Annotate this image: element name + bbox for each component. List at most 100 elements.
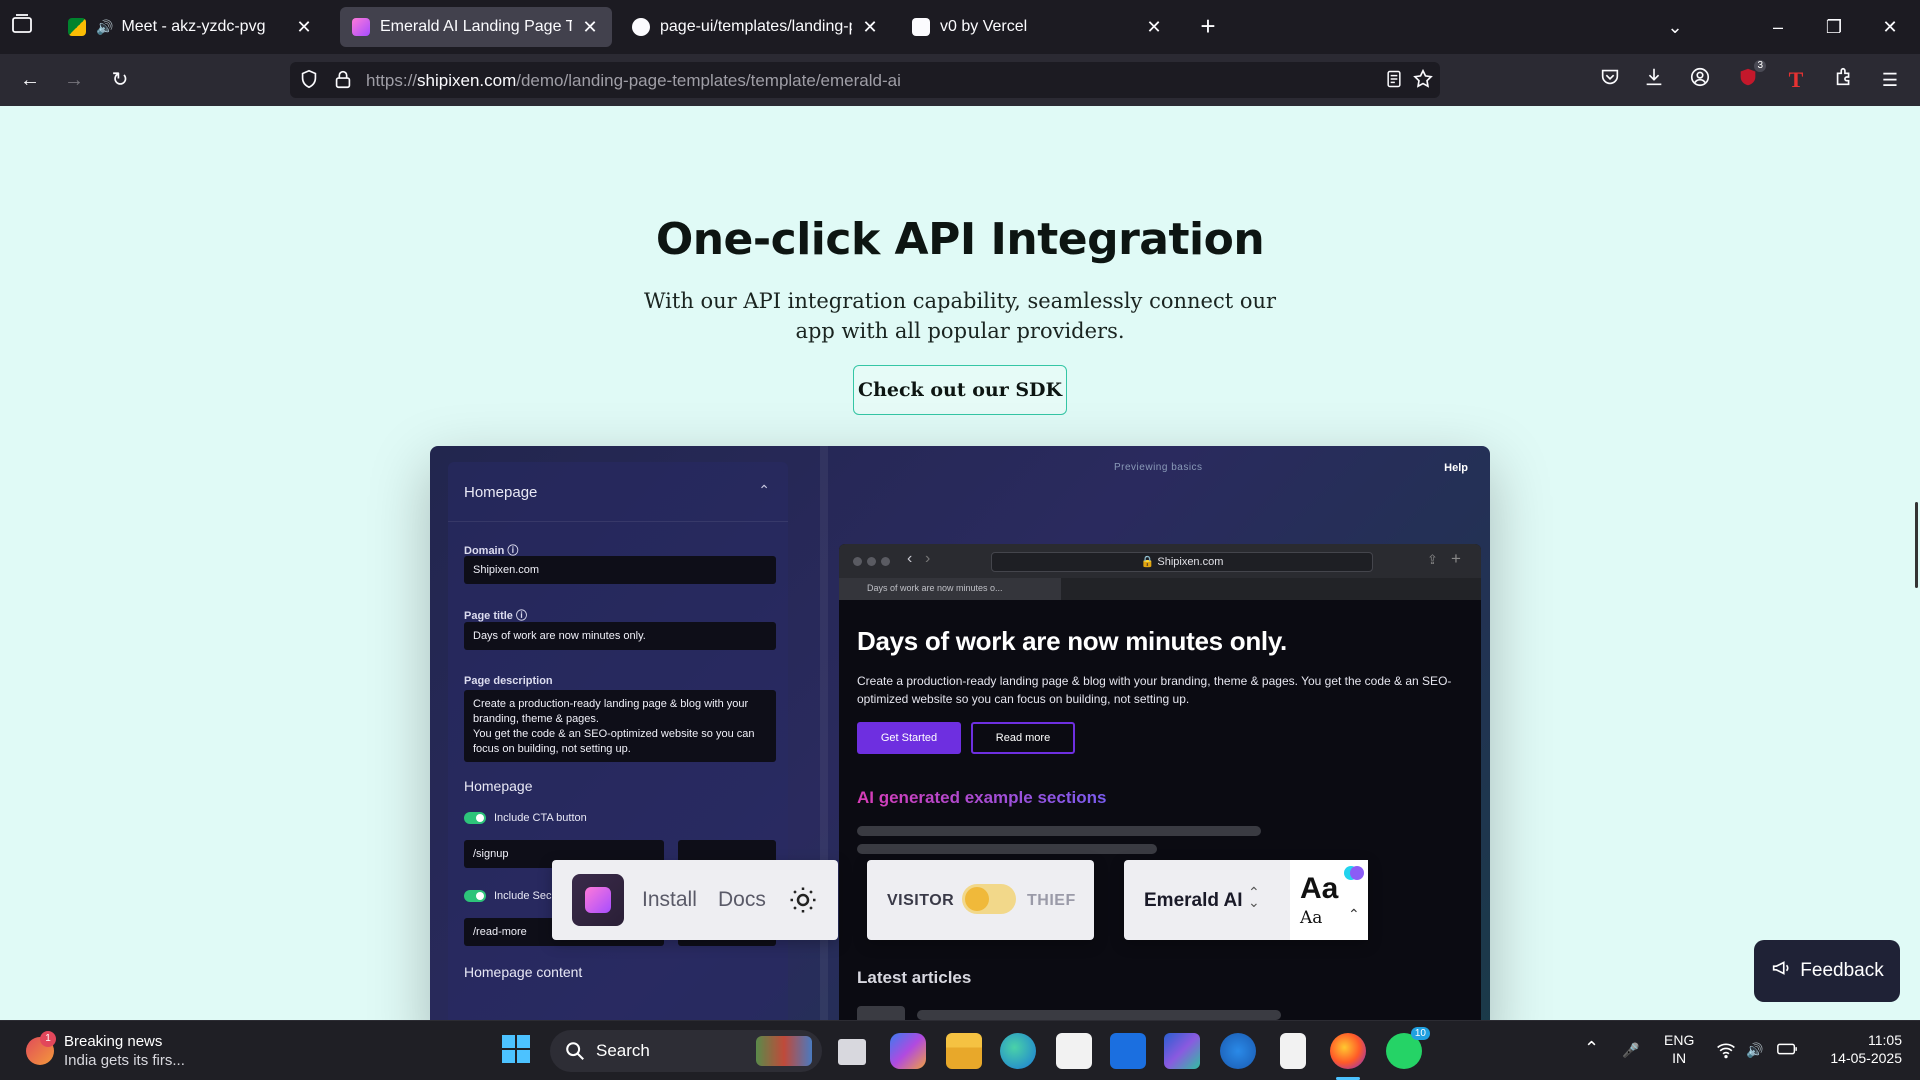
news-widget[interactable]: 1 Breaking news India gets its firs... [20, 1031, 220, 1071]
page-title-input[interactable]: Days of work are now minutes only. [464, 622, 776, 650]
clock-time: 11:05 [1868, 1032, 1902, 1048]
tab-overflow-chevron-icon[interactable]: ⌄ [1655, 10, 1695, 44]
skeleton-thumbnail [857, 1006, 905, 1020]
new-tab-button[interactable]: + [1193, 12, 1223, 42]
close-icon[interactable]: ✕ [580, 17, 600, 38]
t-extension-icon[interactable]: T [1782, 66, 1810, 94]
account-icon[interactable] [1686, 66, 1714, 94]
scrollbar-thumb[interactable] [1915, 502, 1918, 588]
show-hidden-icons-chevron[interactable]: ⌃ [1584, 1039, 1599, 1057]
page-description-label: Page description [464, 675, 553, 687]
copilot-icon[interactable] [890, 1033, 926, 1069]
clock[interactable]: 11:05 14-05-2025 [1812, 1031, 1902, 1067]
restore-button[interactable]: ❐ [1814, 10, 1854, 44]
minimize-button[interactable]: – [1758, 10, 1798, 44]
tab-emerald-ai[interactable]: Emerald AI Landing Page Templ ✕ [340, 7, 612, 47]
info-icon: ⓘ [515, 610, 527, 622]
plus-icon: + [1451, 549, 1461, 568]
preview-latest-articles: Latest articles [857, 968, 972, 987]
notepad-file-icon[interactable] [1280, 1033, 1306, 1069]
tab-title: Meet - akz-yzdc-pvg [121, 18, 266, 35]
homepage-content-label: Homepage content [464, 964, 583, 980]
language-code: ENG [1664, 1032, 1695, 1048]
install-link[interactable]: Install [642, 888, 697, 912]
microphone-icon[interactable]: 🎤 [1622, 1041, 1639, 1059]
menu-hamburger-icon[interactable]: ☰ [1876, 66, 1904, 94]
file-explorer-icon[interactable] [946, 1033, 982, 1069]
close-icon[interactable]: ✕ [860, 17, 880, 38]
chevron-right-icon: › [925, 550, 931, 567]
microsoft-store-icon[interactable] [1056, 1033, 1092, 1069]
theme-name[interactable]: Emerald AI [1144, 890, 1243, 912]
visitor-label: VISITOR [887, 892, 955, 909]
include-section-label: Include Sec [494, 890, 552, 902]
chevron-double-up-icon[interactable]: ⌃ [1348, 906, 1360, 923]
section-title: One-click API Integration [655, 214, 1265, 265]
editor-header-label: Homepage [464, 484, 538, 501]
speaker-icon[interactable]: 🔊 [96, 19, 113, 36]
taskbar-search[interactable]: Search [550, 1030, 822, 1072]
url-text[interactable]: https://shipixen.com/demo/landing-page-t… [366, 71, 901, 91]
lock-icon[interactable] [332, 68, 356, 92]
shield-icon[interactable] [298, 68, 322, 92]
windows-taskbar: 1 Breaking news India gets its firs... S… [0, 1020, 1920, 1080]
get-help-icon[interactable] [1220, 1033, 1256, 1069]
tab-meet[interactable]: 🔊 Meet - akz-yzdc-pvg ✕ [56, 7, 326, 47]
page-title-label: Page title ⓘ [464, 607, 527, 623]
sun-icon[interactable] [788, 885, 818, 915]
domain-input[interactable]: Shipixen.com [464, 556, 776, 584]
visitor-thief-toggle[interactable] [962, 884, 1016, 914]
google-meet-icon [68, 18, 86, 36]
thief-label: THIEF [1027, 892, 1076, 909]
page-description-textarea[interactable]: Create a production-ready landing page &… [464, 690, 776, 762]
edge-browser-icon[interactable] [1000, 1033, 1036, 1069]
close-window-button[interactable]: ✕ [1870, 10, 1910, 44]
include-cta-toggle[interactable] [464, 812, 486, 824]
whatsapp-icon[interactable]: 10 [1386, 1027, 1430, 1069]
include-section-toggle[interactable] [464, 890, 486, 902]
language-indicator[interactable]: ENG IN [1664, 1031, 1694, 1067]
editor-panel-header[interactable]: Homepage ⌃ [448, 462, 788, 522]
chevron-up-icon[interactable]: ⌃ [758, 482, 770, 499]
preview-tab-title: Days of work are now minutes o... [867, 583, 1003, 593]
tab-vercel[interactable]: v0 by Vercel ✕ [900, 7, 1176, 47]
tab-title: Emerald AI Landing Page Templ [380, 18, 572, 35]
myhp-icon[interactable] [1110, 1033, 1146, 1069]
reader-view-icon[interactable] [1384, 68, 1408, 92]
close-icon[interactable]: ✕ [1144, 17, 1164, 38]
check-sdk-button[interactable]: Check out our SDK [853, 365, 1067, 415]
reload-button[interactable]: ↻ [104, 64, 136, 96]
bookmark-star-icon[interactable] [1412, 68, 1436, 92]
preview-url-text: Shipixen.com [1157, 556, 1224, 568]
m365-icon[interactable] [1164, 1033, 1200, 1069]
wifi-icon[interactable] [1716, 1041, 1736, 1063]
address-bar[interactable]: https://shipixen.com/demo/landing-page-t… [290, 62, 1440, 98]
ublock-extension-icon[interactable]: 3 [1734, 60, 1766, 94]
shipixen-app-icon[interactable] [572, 874, 624, 926]
font-preview-small: Aa [1300, 908, 1323, 928]
battery-icon[interactable] [1776, 1041, 1798, 1061]
tab-github[interactable]: page-ui/templates/landing-pag ✕ [620, 7, 892, 47]
docs-link[interactable]: Docs [718, 888, 766, 912]
preview-window: ‹ › 🔒 Shipixen.com ⇪ + Days of work are … [839, 544, 1481, 1020]
chevron-up-down-icon[interactable]: ⌃ ⌄ [1248, 885, 1260, 909]
extensions-puzzle-icon[interactable] [1830, 66, 1858, 94]
tab-list-icon[interactable] [10, 12, 40, 42]
downloads-icon[interactable] [1640, 66, 1668, 94]
skeleton-line [857, 826, 1261, 836]
windows-start-icon[interactable] [500, 1033, 536, 1069]
lock-icon: 🔒 [1140, 556, 1155, 568]
feedback-button[interactable]: Feedback [1754, 940, 1900, 1002]
task-view-icon[interactable] [838, 1039, 866, 1065]
forward-button[interactable]: → [58, 64, 90, 96]
back-button[interactable]: ← [14, 64, 46, 96]
close-icon[interactable]: ✕ [294, 17, 314, 38]
preview-get-started-button: Get Started [857, 722, 961, 754]
help-link[interactable]: Help [1444, 462, 1468, 474]
install-docs-toolbar: Install Docs [552, 860, 838, 940]
preview-body: Create a production-ready landing page &… [857, 674, 1452, 706]
font-selector[interactable]: Aa Aa ⌃ [1290, 860, 1368, 940]
volume-icon[interactable]: 🔊 [1746, 1041, 1763, 1059]
pocket-icon[interactable] [1596, 66, 1624, 94]
firefox-icon[interactable] [1330, 1033, 1366, 1069]
